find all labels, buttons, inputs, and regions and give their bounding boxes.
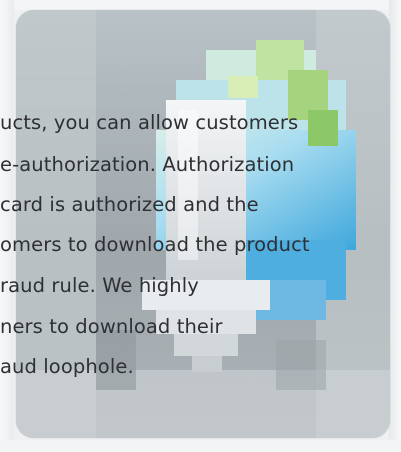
pixelated-download-arrow-icon: [16, 10, 390, 438]
frame-right-edge: [389, 0, 401, 452]
screen: ucts, you can allow customers e-authoriz…: [0, 0, 401, 452]
frame-left-edge: [0, 0, 14, 452]
frame-bottom-edge: [0, 440, 401, 452]
frame-top-edge: [0, 0, 401, 10]
preview-card: [16, 10, 390, 438]
